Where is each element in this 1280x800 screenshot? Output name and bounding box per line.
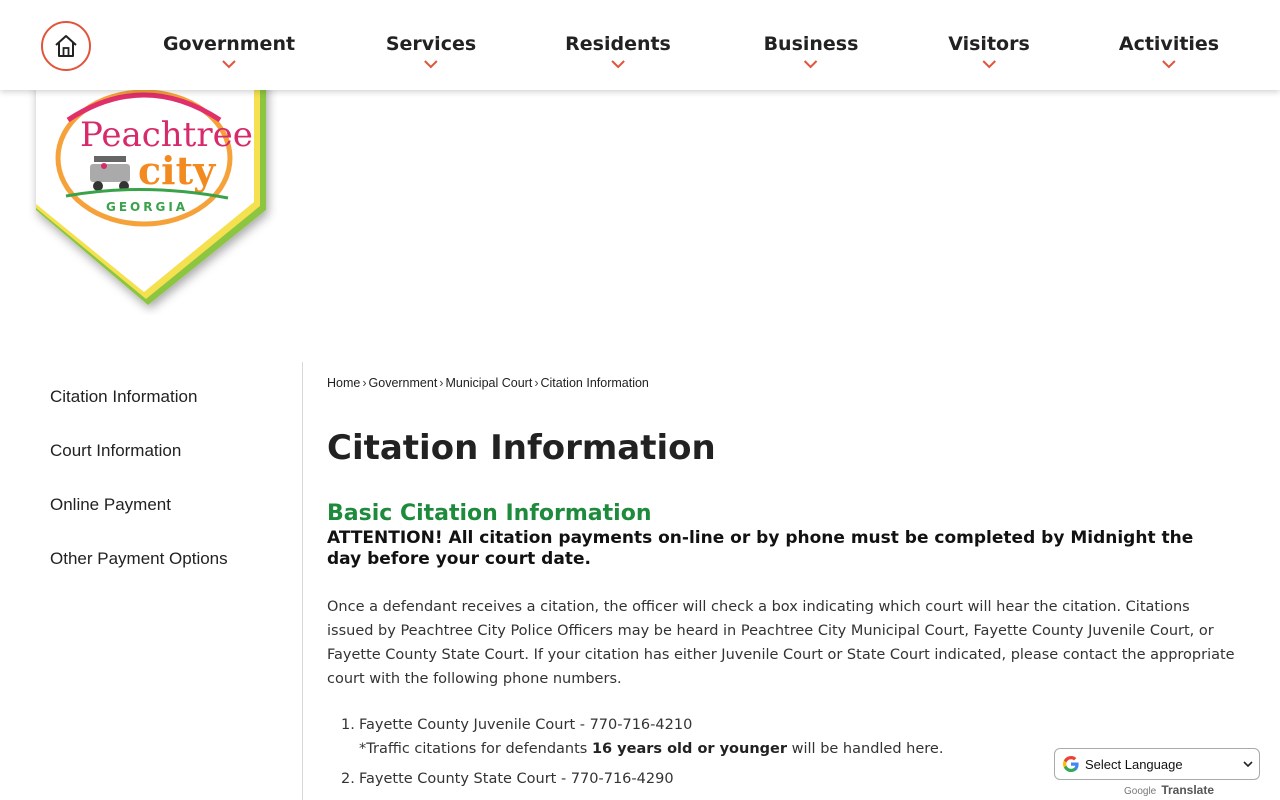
chevron-down-icon <box>222 60 236 69</box>
chevron-down-icon <box>1162 60 1176 69</box>
nav-services[interactable]: Services <box>386 33 476 69</box>
breadcrumb: Home › Government › Municipal Court › Citation… <box>327 376 1247 390</box>
peachtree-city-logo[interactable]: Peachtree city GEORGIA <box>28 80 278 315</box>
logo-text-city: city <box>138 148 216 193</box>
intro-paragraph: Once a defendant receives a citation, th… <box>327 599 1235 687</box>
site-header: Government Services Residents Business V… <box>0 0 1280 90</box>
sidebar-divider <box>302 362 303 800</box>
note-bold-text: 16 years old or younger <box>591 741 788 757</box>
chevron-down-icon <box>982 60 996 69</box>
section-title: Basic Citation Information <box>327 501 652 526</box>
breadcrumb-home[interactable]: Home <box>327 376 360 390</box>
nav-label: Government <box>162 33 296 55</box>
nav-label: Activities <box>1118 33 1220 55</box>
powered-by-google-translate[interactable]: Google Translate <box>1124 783 1214 797</box>
list-number: 1. <box>341 717 355 733</box>
breadcrumb-government[interactable]: Government <box>369 376 438 390</box>
nav-activities[interactable]: Activities <box>1119 33 1219 69</box>
nav-government[interactable]: Government <box>163 33 295 69</box>
list-item-text: Fayette County Juvenile Court - 770-716-… <box>359 717 693 733</box>
nav-label: Visitors <box>948 33 1030 55</box>
breadcrumb-current: Citation Information <box>540 376 649 390</box>
chevron-down-icon <box>424 60 438 69</box>
logo-text-georgia: GEORGIA <box>106 200 188 214</box>
language-select[interactable]: Select Language <box>1054 748 1260 780</box>
google-g-icon <box>1063 756 1079 772</box>
page-title: Citation Information <box>327 428 716 468</box>
breadcrumb-separator: › <box>439 376 444 390</box>
list-number: 2. <box>341 771 355 787</box>
nav-label: Services <box>385 33 477 55</box>
breadcrumb-separator: › <box>534 376 539 390</box>
breadcrumb-municipal-court[interactable]: Municipal Court <box>445 376 532 390</box>
main-content: Home › Government › Municipal Court › Citation… <box>327 376 1247 797</box>
nav-label: Business <box>763 33 859 55</box>
language-select-label: Select Language <box>1085 756 1183 772</box>
attention-notice: ATTENTION! All citation payments on-line… <box>327 528 1194 569</box>
nav-visitors[interactable]: Visitors <box>948 33 1030 69</box>
breadcrumb-separator: › <box>362 376 367 390</box>
note-text: will be handled here. <box>787 741 944 757</box>
google-wordmark: Google <box>1124 786 1157 797</box>
nav-residents[interactable]: Residents <box>565 33 671 69</box>
sidebar-item-online-payment[interactable]: Online Payment <box>50 494 290 548</box>
chevron-down-icon <box>1243 761 1253 768</box>
nav-business[interactable]: Business <box>763 33 859 69</box>
sidebar-item-citation-information[interactable]: Citation Information <box>50 386 290 440</box>
translate-wordmark: Translate <box>1161 783 1215 797</box>
sidebar-nav: Citation Information Court Information O… <box>50 386 290 602</box>
nav-label: Residents <box>565 33 671 55</box>
main-nav: Government Services Residents Business V… <box>0 0 1280 90</box>
sidebar-item-court-information[interactable]: Court Information <box>50 440 290 494</box>
sidebar-item-other-payment-options[interactable]: Other Payment Options <box>50 548 290 602</box>
chevron-down-icon <box>611 60 625 69</box>
chevron-down-icon <box>804 60 818 69</box>
note-text: *Traffic citations for defendants <box>359 741 592 757</box>
